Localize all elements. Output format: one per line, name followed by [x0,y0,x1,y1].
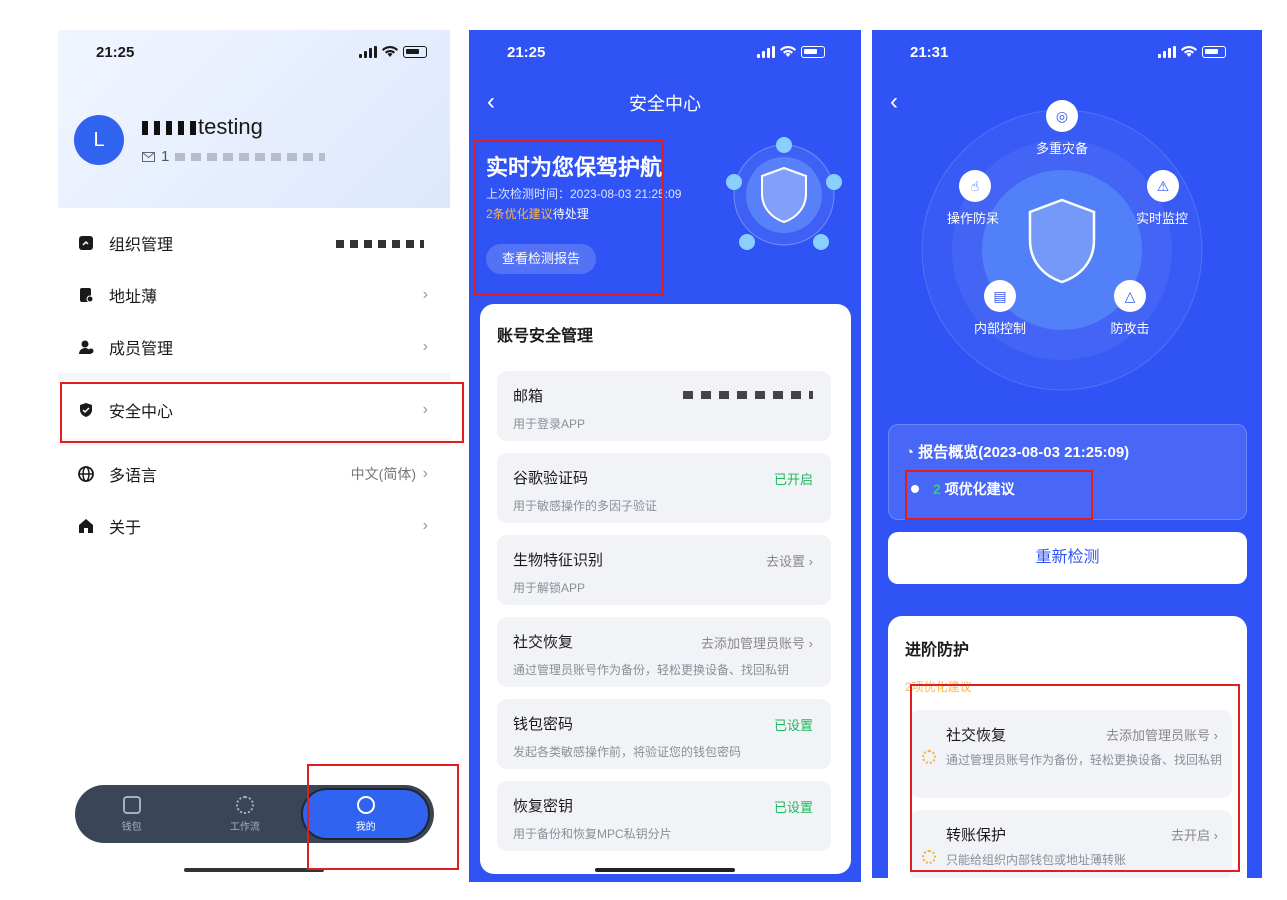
menu-item-security-center[interactable]: 安全中心 › [58,386,450,434]
status-badge: 已开启 [773,472,813,487]
wifi-icon [1181,46,1197,57]
action-link[interactable]: 去添加管理员账号 › [1106,725,1218,744]
security-item-biometrics[interactable]: 生物特征识别 用于解锁APP 去设置 › [497,535,831,605]
action-link[interactable]: 去添加管理员账号 › [701,633,813,652]
loading-icon [922,850,936,864]
home-indicator [595,868,735,872]
suggestion-subtitle: 2项优化建议 [905,680,972,694]
security-item-social-recovery[interactable]: 社交恢复 通过管理员账号作为备份，轻松更换设备、找回私钥 去添加管理员账号 › [497,617,831,687]
shield-icon [80,403,92,417]
avatar[interactable]: L [74,115,124,165]
advanced-protection-card: 进阶防护 2项优化建议 社交恢复 通过管理员账号作为备份，轻松更换设备、找回私钥… [888,616,1247,878]
menu-item-members[interactable]: 成员管理 › [58,323,450,371]
signal-icon [1158,46,1176,58]
security-item-google-auth[interactable]: 谷歌验证码 用于敏感操作的多因子验证 已开启 [497,453,831,523]
status-time: 21:25 [507,44,546,61]
hero-title: 实时为您保驾护航 [486,155,663,180]
battery-icon [1202,46,1226,58]
back-icon[interactable]: ‹ [890,88,898,116]
user-email: 1 [142,148,326,165]
loading-icon [922,750,936,764]
report-overview: ◔ 报告概览(2023-08-03 21:25:09) 2 项优化建议 [888,424,1247,520]
clock-icon: ◔ [905,444,919,461]
chevron-right-icon: › [422,286,428,303]
chevron-right-icon: › [422,338,428,355]
internal-control-icon: ▤ [984,280,1016,312]
pending-suggestions: 2条优化建议待处理 [486,207,589,221]
menu-item-address-book[interactable]: 地址薄 › [58,271,450,319]
status-bar: 21:25 [469,42,861,66]
security-item-wallet-password[interactable]: 钱包密码 发起各类敏感操作前，将验证您的钱包密码 已设置 [497,699,831,769]
status-badge: 已设置 [773,800,813,815]
profile-screen: 21:25 L testing 1 组织管理 地址薄 › 成员管理 › 安全中心… [58,30,463,875]
tab-bar: 钱包 工作流 我的 [75,785,434,843]
section-title: 账号安全管理 [497,328,594,345]
org-icon [79,236,93,250]
error-proof-icon: ☝ [959,170,991,202]
security-item-email[interactable]: 邮箱 用于登录APP [497,371,831,441]
overview-title: ◔ 报告概览(2023-08-03 21:25:09) [905,444,1130,461]
chevron-right-icon: › [422,517,428,534]
workflow-icon [235,795,254,814]
status-bar: 21:31 [872,42,1262,66]
monitor-icon: ⚠ [1147,170,1179,202]
tab-mine[interactable]: 我的 [301,788,430,840]
chevron-right-icon: › [422,465,428,482]
status-time: 21:31 [910,44,949,61]
account-security-card: 账号安全管理 邮箱 用于登录APP 谷歌验证码 用于敏感操作的多因子验证 已开启… [480,304,851,874]
security-item-recovery-key[interactable]: 恢复密钥 用于备份和恢复MPC私钥分片 已设置 [497,781,831,851]
profile-icon [356,795,375,814]
nav-bar: ‹ 安全中心 [469,86,861,118]
view-report-button[interactable]: 查看检测报告 [486,244,596,274]
page-title: 安全中心 [629,94,701,114]
home-indicator [184,868,324,872]
signal-icon [359,46,377,58]
wifi-icon [780,46,796,57]
security-report-screen: 21:31 ‹ ◎ 多重灾备 ☝ 操作防呆 ⚠ 实时监控 ▤ 内部控制 △ 防攻… [872,30,1262,878]
disaster-backup-icon: ◎ [1046,100,1078,132]
shield-illustration-icon [726,137,842,250]
status-time: 21:25 [96,44,135,61]
chevron-right-icon: › [422,401,428,418]
status-bar: 21:25 [58,42,463,66]
action-link[interactable]: 去设置 › [766,551,813,570]
status-badge: 已设置 [773,718,813,733]
wifi-icon [382,46,398,57]
language-value: 中文(简体) [350,466,416,482]
recheck-button[interactable]: 重新检测 [888,532,1247,584]
suggestion-count[interactable]: 2 项优化建议 [933,479,1015,499]
section-title: 进阶防护 [905,642,970,659]
globe-icon [78,466,94,482]
user-name: testing [142,114,263,140]
members-icon [79,340,94,354]
addressbook-icon [80,288,94,303]
action-link[interactable]: 去开启 › [1171,825,1218,844]
menu-item-org[interactable]: 组织管理 [58,219,450,267]
tab-workflow[interactable]: 工作流 [188,785,301,843]
home-icon [79,519,93,533]
wallet-icon [122,795,141,814]
advanced-item-social-recovery[interactable]: 社交恢复 通过管理员账号作为备份，轻松更换设备、找回私钥 去添加管理员账号 › [910,710,1232,798]
menu-item-language[interactable]: 多语言 中文(简体) › [58,450,450,498]
battery-icon [801,46,825,58]
tab-wallet[interactable]: 钱包 [75,785,188,843]
signal-icon [757,46,775,58]
last-check-time: 上次检测时间：2023-08-03 21:25:09 [486,187,682,201]
menu-item-about[interactable]: 关于 › [58,502,450,550]
advanced-item-transfer-protection[interactable]: 转账保护 只能给组织内部钱包或地址薄转账 去开启 › [910,810,1232,878]
battery-icon [403,46,427,58]
protection-radar: ◎ 多重灾备 ☝ 操作防呆 ⚠ 实时监控 ▤ 内部控制 △ 防攻击 [912,100,1212,400]
mail-icon [142,151,155,162]
security-center-screen: 21:25 ‹ 安全中心 实时为您保驾护航 上次检测时间：2023-08-03 … [469,30,861,882]
anti-attack-icon: △ [1114,280,1146,312]
